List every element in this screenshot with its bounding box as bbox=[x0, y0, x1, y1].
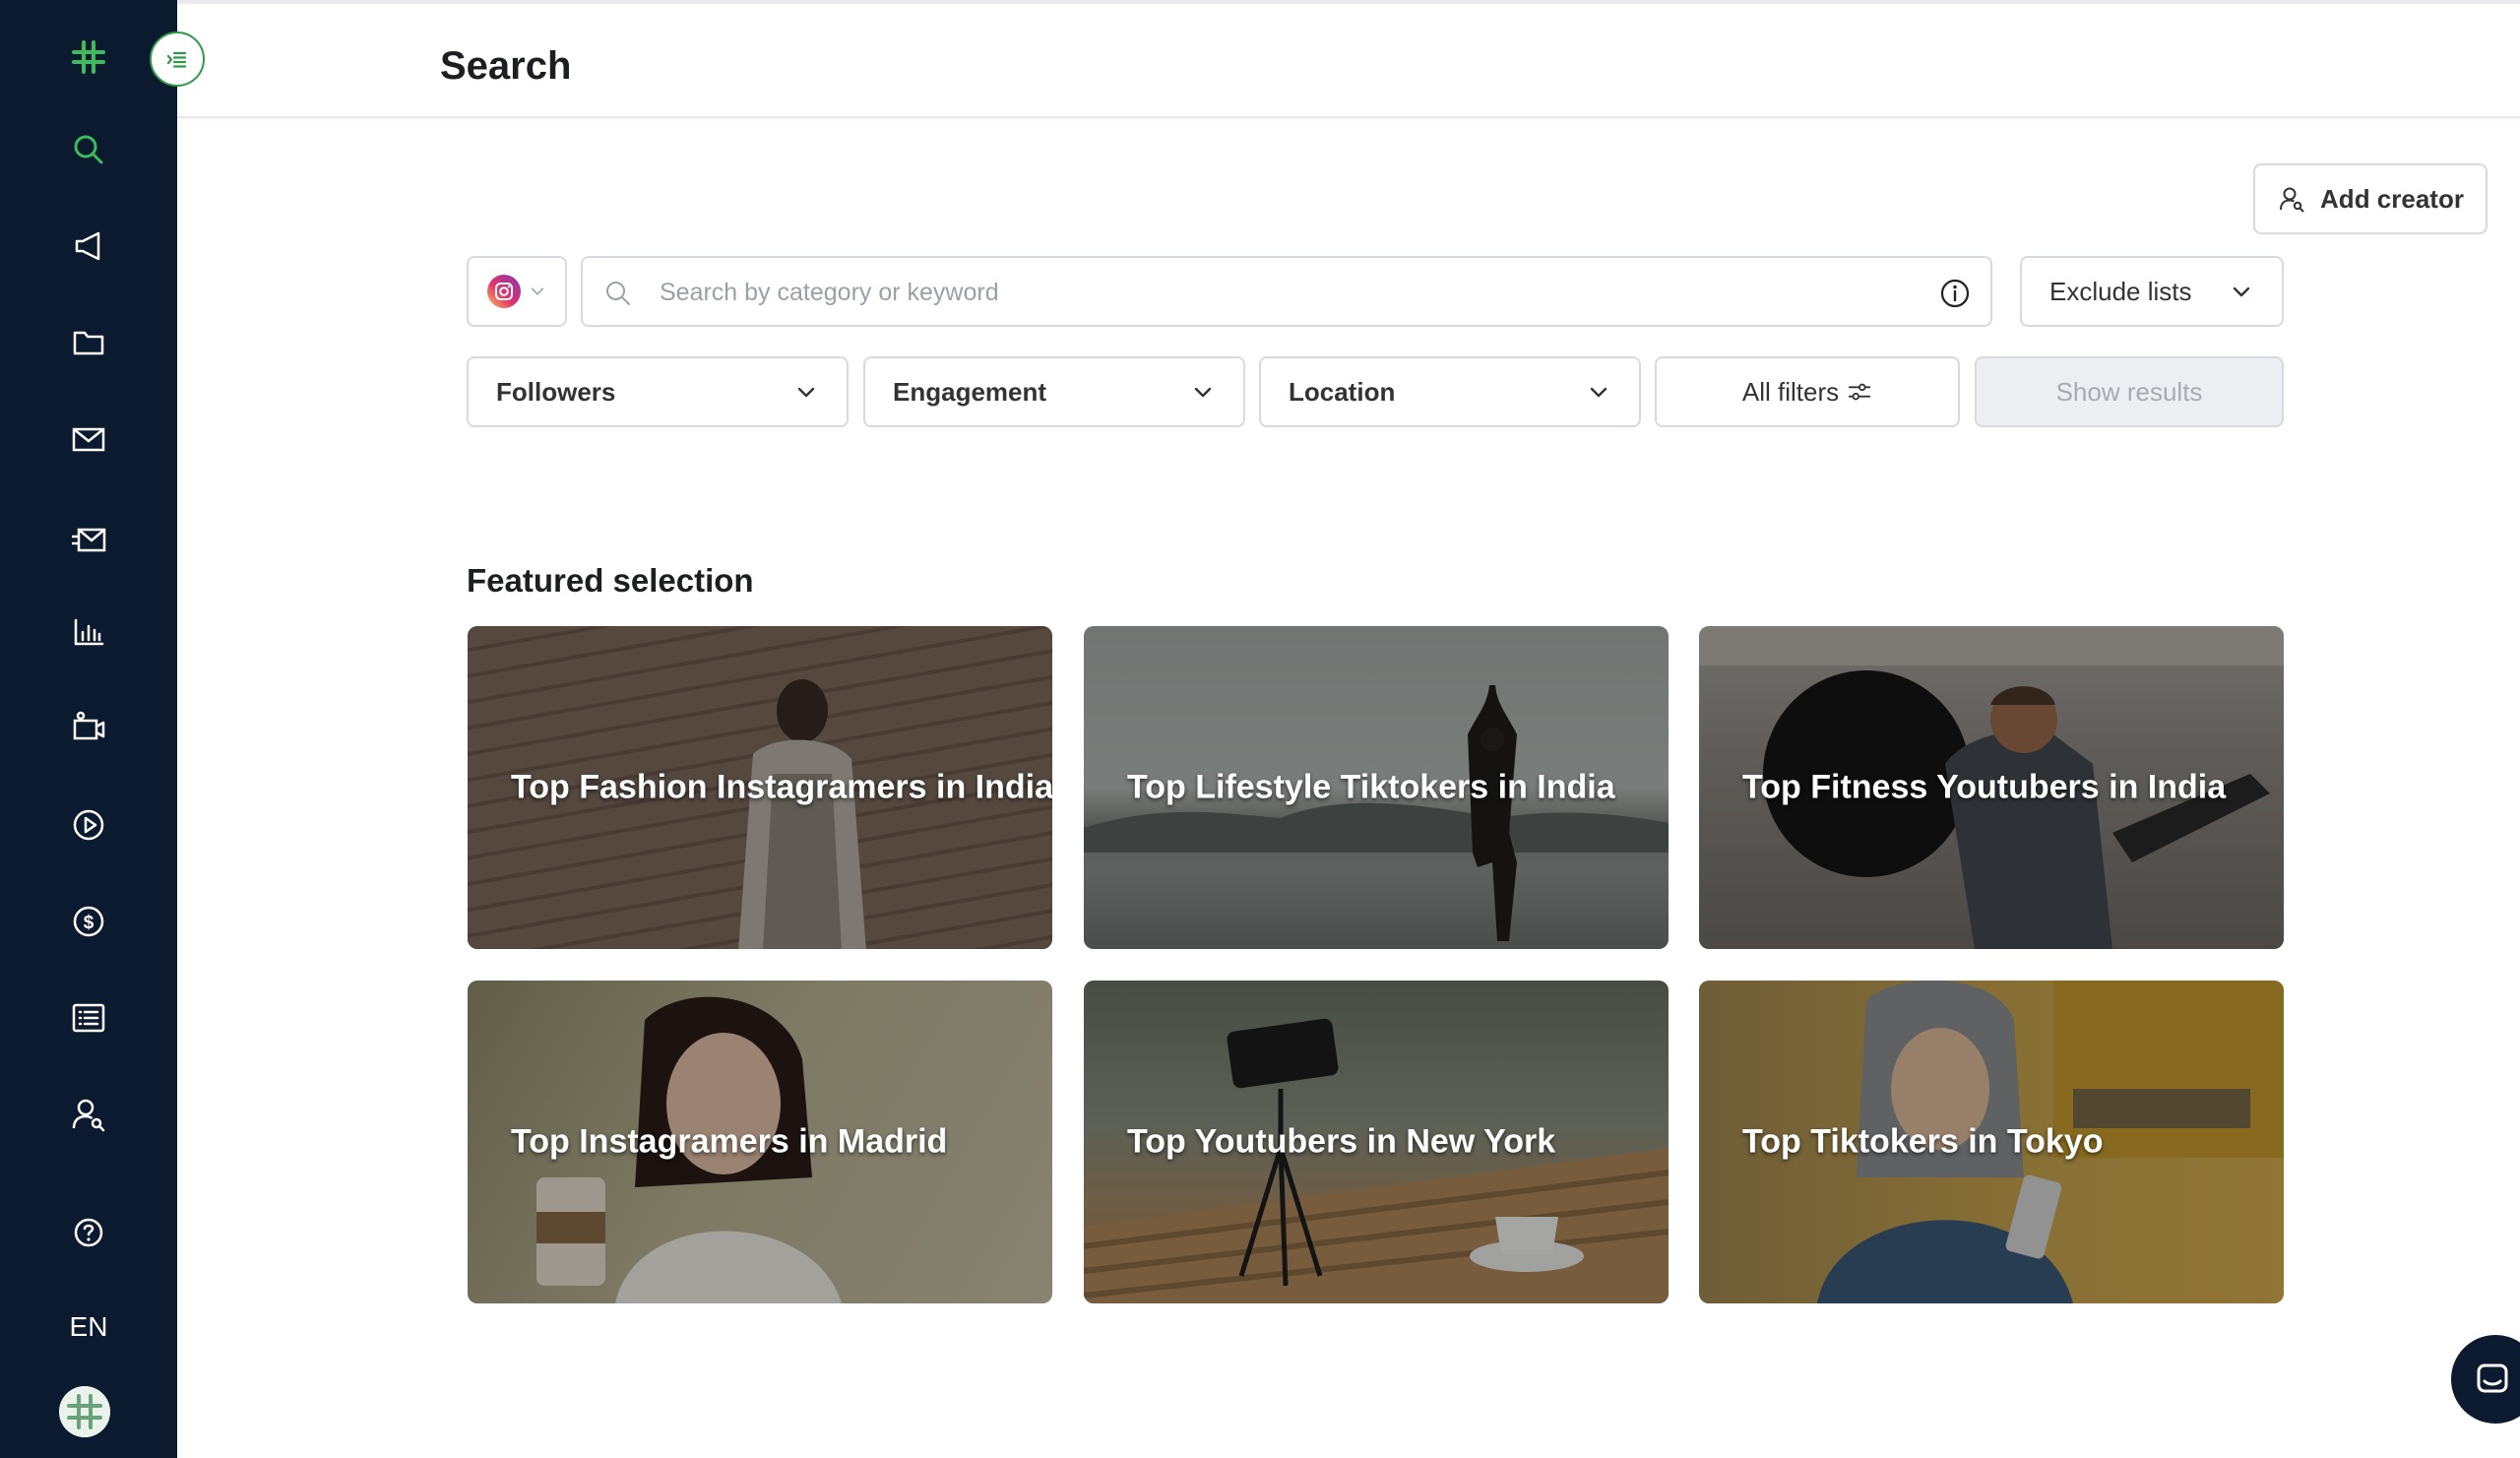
sidebar-item-media[interactable] bbox=[59, 795, 118, 855]
sidebar-item-creators[interactable] bbox=[59, 1085, 118, 1144]
sidebar-item-analytics[interactable] bbox=[59, 602, 118, 662]
chat-icon bbox=[2477, 1363, 2508, 1393]
user-search-icon bbox=[2280, 187, 2304, 213]
location-filter-label: Location bbox=[1289, 376, 1396, 407]
folder-icon bbox=[73, 331, 104, 355]
help-circle-icon bbox=[74, 1218, 103, 1247]
chevron-down-icon bbox=[2233, 286, 2250, 297]
featured-card-label: Top Fashion Instagramers in India bbox=[511, 768, 1052, 806]
all-filters-label: All filters bbox=[1741, 376, 1840, 407]
search-field bbox=[581, 256, 1992, 327]
sidebar-item-payments[interactable]: $ bbox=[59, 892, 118, 951]
featured-card-label: Top Lifestyle Tiktokers in India bbox=[1127, 768, 1615, 806]
featured-card-label: Top Tiktokers in Tokyo bbox=[1742, 1122, 2104, 1161]
add-creator-label: Add creator bbox=[2320, 183, 2464, 214]
chevron-down-icon bbox=[797, 387, 815, 398]
language-selector[interactable]: EN bbox=[0, 1304, 177, 1350]
add-creator-button[interactable]: Add creator bbox=[2253, 163, 2488, 234]
avatar-logo-icon bbox=[59, 1386, 110, 1437]
all-filters-button[interactable]: All filters bbox=[1655, 356, 1960, 427]
featured-card-label: Top Youtubers in New York bbox=[1127, 1122, 1556, 1161]
featured-card-fashion-india[interactable]: Top Fashion Instagramers in India bbox=[468, 626, 1052, 949]
avatar[interactable] bbox=[59, 1386, 110, 1437]
video-camera-icon bbox=[73, 711, 105, 740]
sidebar-toggle-button[interactable] bbox=[150, 32, 205, 87]
bar-chart-icon bbox=[74, 618, 104, 646]
chevron-down-icon bbox=[1590, 387, 1607, 398]
sidebar-item-content[interactable] bbox=[59, 697, 118, 756]
exclude-lists-dropdown[interactable]: Exclude lists bbox=[2020, 256, 2284, 327]
search-icon bbox=[74, 135, 103, 164]
followers-filter[interactable]: Followers bbox=[467, 356, 849, 427]
instagram-icon bbox=[487, 275, 521, 308]
page-header: Search bbox=[177, 4, 2520, 118]
featured-card-new-york[interactable]: Top Youtubers in New York bbox=[1084, 981, 1669, 1303]
sidebar-item-help[interactable] bbox=[59, 1203, 118, 1262]
sidebar-item-search[interactable] bbox=[59, 120, 118, 179]
megaphone-icon bbox=[75, 231, 100, 261]
user-search-icon bbox=[72, 1099, 105, 1132]
engagement-filter[interactable]: Engagement bbox=[863, 356, 1245, 427]
svg-text:$: $ bbox=[84, 913, 94, 933]
platform-select[interactable] bbox=[467, 256, 567, 327]
logo-icon[interactable] bbox=[59, 28, 118, 87]
engagement-filter-label: Engagement bbox=[893, 376, 1047, 407]
chevron-down-icon bbox=[531, 287, 544, 295]
sidebar-item-inbox[interactable] bbox=[59, 410, 118, 469]
sidebar-item-lists[interactable] bbox=[59, 313, 118, 372]
list-icon bbox=[72, 1003, 105, 1033]
send-mail-icon bbox=[72, 528, 106, 552]
sidebar-item-outreach[interactable] bbox=[59, 510, 118, 569]
chevron-down-icon bbox=[1194, 387, 1212, 398]
sliders-icon bbox=[1848, 383, 1871, 401]
featured-selection-title: Featured selection bbox=[467, 562, 754, 599]
info-icon[interactable] bbox=[1937, 276, 1973, 311]
featured-card-label: Top Fitness Youtubers in India bbox=[1742, 768, 2227, 806]
search-input[interactable] bbox=[660, 272, 1890, 313]
chat-widget-button[interactable] bbox=[2451, 1335, 2520, 1424]
page-title: Search bbox=[440, 44, 572, 88]
featured-card-tokyo[interactable]: Top Tiktokers in Tokyo bbox=[1699, 981, 2284, 1303]
hashtag-logo-icon bbox=[72, 40, 105, 74]
featured-card-lifestyle-india[interactable]: Top Lifestyle Tiktokers in India bbox=[1084, 626, 1669, 949]
sidebar: $ EN bbox=[0, 0, 177, 1458]
exclude-lists-label: Exclude lists bbox=[2049, 276, 2192, 306]
featured-card-label: Top Instagramers in Madrid bbox=[511, 1122, 948, 1161]
sidebar-item-campaigns[interactable] bbox=[59, 217, 118, 276]
play-circle-icon bbox=[73, 809, 104, 841]
search-icon bbox=[606, 282, 630, 305]
menu-expand-icon bbox=[166, 51, 187, 68]
sidebar-item-reports[interactable] bbox=[59, 988, 118, 1047]
featured-card-fitness-india[interactable]: Top Fitness Youtubers in India bbox=[1699, 626, 2284, 949]
dollar-circle-icon: $ bbox=[73, 906, 104, 937]
followers-filter-label: Followers bbox=[496, 376, 616, 407]
show-results-button[interactable]: Show results bbox=[1975, 356, 2284, 427]
location-filter[interactable]: Location bbox=[1259, 356, 1641, 427]
mail-icon bbox=[72, 427, 105, 452]
featured-card-madrid[interactable]: Top Instagramers in Madrid bbox=[468, 981, 1052, 1303]
